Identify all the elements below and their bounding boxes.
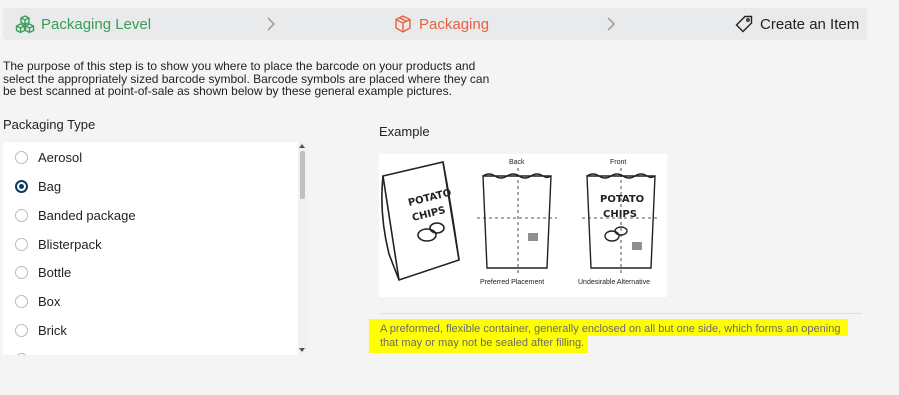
option-bag[interactable]: Bag	[3, 172, 61, 200]
packaging-description: A preformed, flexible container, general…	[369, 319, 869, 353]
bag-front-text-potato: POTATO	[600, 194, 644, 205]
step-create-item[interactable]: Create an Item	[734, 8, 859, 40]
packaging-type-list[interactable]: Aerosol Bag Banded package Blisterpack B…	[3, 142, 307, 355]
scroll-down-arrow-icon[interactable]	[299, 348, 305, 352]
packaging-type-label: Packaging Type	[3, 117, 96, 132]
step-label: Packaging	[419, 15, 490, 33]
cubes-icon	[15, 14, 35, 34]
radio-button-selected[interactable]	[15, 179, 28, 193]
back-label: Back	[509, 159, 525, 166]
description-line-2: that may or may not be sealed after fill…	[369, 336, 589, 353]
radio-button	[15, 352, 28, 355]
option-label: Blisterpack	[38, 236, 102, 252]
chevron-right-icon	[267, 17, 276, 31]
option-aerosol[interactable]: Aerosol	[3, 143, 82, 171]
intro-text: The purpose of this step is to show you …	[3, 59, 490, 98]
bag-front-text-chips: CHIPS	[603, 209, 637, 220]
front-label: Front	[610, 159, 626, 166]
chevron-right-icon	[607, 17, 616, 31]
option-box[interactable]: Box	[3, 287, 60, 315]
scroll-up-arrow-icon[interactable]	[299, 144, 305, 148]
option-label: Bag	[38, 178, 62, 194]
radio-button[interactable]	[15, 294, 28, 308]
tag-icon	[734, 14, 754, 34]
preferred-placement-label: Preferred Placement	[480, 279, 544, 286]
option-label: Aerosol	[38, 149, 83, 165]
option-bottle[interactable]: Bottle	[3, 258, 71, 286]
step-packaging-level[interactable]: Packaging Level	[15, 8, 151, 40]
radio-button[interactable]	[15, 265, 28, 279]
box-icon	[393, 14, 413, 34]
option-label: Brick	[38, 322, 67, 338]
bag-back-illustration	[477, 168, 557, 274]
description-line-1: A preformed, flexible container, general…	[369, 319, 849, 336]
step-label: Packaging Level	[41, 15, 152, 33]
step-label: Create an Item	[760, 15, 860, 33]
option-banded-package[interactable]: Banded package	[3, 201, 136, 229]
radio-button[interactable]	[15, 237, 28, 251]
stepper: Packaging Level Packaging Create an Item	[3, 8, 867, 40]
option-label: Banded package	[38, 207, 136, 223]
option-label: Box	[38, 293, 61, 309]
radio-button[interactable]	[15, 150, 28, 164]
option-brick[interactable]: Brick	[3, 316, 67, 344]
bag-front-illustration	[582, 168, 660, 274]
radio-button[interactable]	[15, 208, 28, 222]
undesirable-alternative-label: Undesirable Alternative	[578, 279, 650, 286]
option-partial	[3, 345, 38, 355]
divider	[379, 313, 862, 314]
scrollbar-thumb[interactable]	[300, 151, 305, 199]
step-packaging[interactable]: Packaging	[393, 8, 489, 40]
option-label: Bottle	[38, 264, 72, 280]
example-image: POTATO CHIPS Back Preferred Placement Fr…	[379, 154, 667, 297]
radio-button[interactable]	[15, 323, 28, 337]
option-blisterpack[interactable]: Blisterpack	[3, 230, 102, 258]
example-label: Example	[379, 124, 430, 139]
